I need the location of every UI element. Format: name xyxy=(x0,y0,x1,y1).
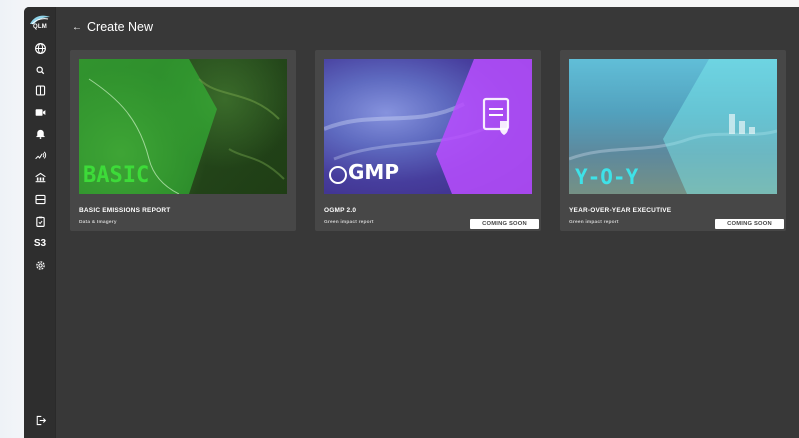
coming-soon-badge: COMING SOON xyxy=(715,219,784,229)
thumb-word: BASIC xyxy=(83,163,150,188)
thumb-word: Y-O-Y xyxy=(575,165,639,189)
card-thumbnail: Y-O-Y xyxy=(569,59,777,194)
signal-icon[interactable] xyxy=(32,147,48,163)
report-card-ogmp[interactable]: GMP OGMP 2.0 Green impact report COMING … xyxy=(315,50,541,231)
report-card-yoy[interactable]: Y-O-Y YEAR-OVER-YEAR EXECUTIVE Green imp… xyxy=(560,50,786,231)
app-window: QLM S3 ← Create New BASIC BASIC EMISSION… xyxy=(24,7,799,438)
logo-text: QLM xyxy=(33,24,47,30)
video-icon[interactable] xyxy=(32,104,48,120)
page-title: Create New xyxy=(87,20,153,34)
panel-icon[interactable] xyxy=(32,82,48,98)
thumb-word: GMP xyxy=(348,160,399,184)
coming-soon-badge: COMING SOON xyxy=(470,219,539,229)
building-icon[interactable] xyxy=(32,169,48,185)
clipboard-icon[interactable] xyxy=(32,213,48,229)
card-title: OGMP 2.0 xyxy=(324,207,357,214)
s3-label[interactable]: S3 xyxy=(32,235,48,251)
logout-icon[interactable] xyxy=(32,412,48,428)
globe-icon[interactable] xyxy=(32,40,48,56)
card-title: YEAR-OVER-YEAR EXECUTIVE xyxy=(569,207,672,214)
page-header[interactable]: ← Create New xyxy=(72,20,153,34)
main-content: ← Create New BASIC BASIC EMISSIONS REPOR… xyxy=(56,7,799,438)
layout-icon[interactable] xyxy=(32,191,48,207)
bell-icon[interactable] xyxy=(32,125,48,141)
search-icon[interactable] xyxy=(32,62,48,78)
card-subtitle: Green impact report xyxy=(569,220,619,225)
card-subtitle: Green impact report xyxy=(324,220,374,225)
card-thumbnail: GMP xyxy=(324,59,532,194)
back-arrow-icon[interactable]: ← xyxy=(72,22,82,33)
card-title: BASIC EMISSIONS REPORT xyxy=(79,207,171,214)
card-thumbnail: BASIC xyxy=(79,59,287,194)
card-subtitle: Data & Imagery xyxy=(79,220,117,225)
app-logo[interactable]: QLM xyxy=(28,13,52,33)
gear-icon[interactable] xyxy=(32,257,48,273)
report-card-basic[interactable]: BASIC BASIC EMISSIONS REPORT Data & Imag… xyxy=(70,50,296,231)
sidebar: QLM S3 xyxy=(24,7,56,438)
